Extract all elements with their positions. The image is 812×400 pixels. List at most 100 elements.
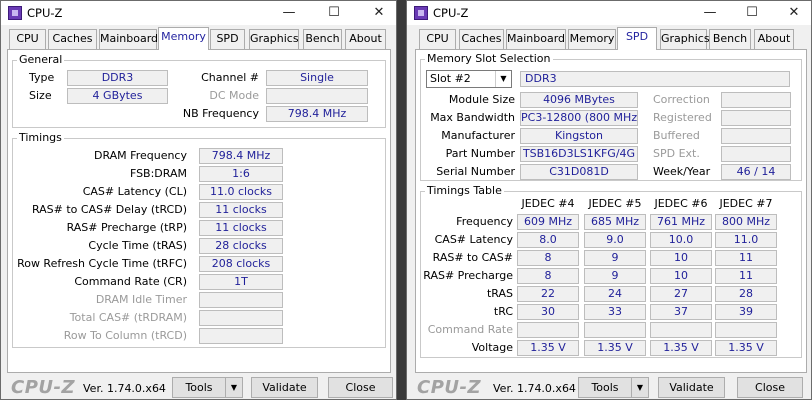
validate-button[interactable]: Validate xyxy=(658,377,725,398)
tools-button[interactable]: Tools xyxy=(578,377,632,398)
channel-value: Single xyxy=(266,70,368,86)
close-icon[interactable]: ✕ xyxy=(364,3,394,23)
timings-table-title: Timings Table xyxy=(425,184,504,197)
close-icon[interactable]: ✕ xyxy=(779,3,809,23)
buffered-value xyxy=(721,128,791,144)
timings-group: Timings DRAM Frequency 798.4 MHz FSB:DRA… xyxy=(12,131,386,348)
close-button[interactable]: Close xyxy=(328,377,393,398)
slot-info-label: Serial Number xyxy=(436,165,515,178)
timing-value: 11 clocks xyxy=(199,202,283,218)
table-cell: 761 MHz xyxy=(650,214,712,230)
table-cell: 10 xyxy=(650,250,712,266)
tab-about[interactable]: About xyxy=(345,29,386,49)
table-cell: 22 xyxy=(517,286,579,302)
close-button[interactable]: Close xyxy=(737,377,803,398)
cpuz-window-spd: CPU-Z — ☐ ✕ CPU Caches Mainboard Memory … xyxy=(406,0,812,400)
tab-memory[interactable]: Memory xyxy=(158,27,209,50)
tools-dropdown-icon[interactable]: ▼ xyxy=(631,377,649,398)
timing-value: 1T xyxy=(199,274,283,290)
maximize-icon[interactable]: ☐ xyxy=(319,3,349,23)
table-cell: 685 MHz xyxy=(584,214,646,230)
tab-cpu[interactable]: CPU xyxy=(9,29,46,49)
title-bar: CPU-Z — ☐ ✕ xyxy=(1,1,396,25)
correction-value xyxy=(721,92,791,108)
window-title: CPU-Z xyxy=(27,6,63,20)
cpuz-app-icon xyxy=(8,6,22,20)
timing-label: RAS# to CAS# Delay (tRCD) xyxy=(31,203,187,216)
spd-ext-value xyxy=(721,146,791,162)
timing-label: Row To Column (tRCD) xyxy=(63,329,187,342)
table-cell: 11 xyxy=(715,250,777,266)
slot-group-title: Memory Slot Selection xyxy=(425,52,553,65)
slot-info-value: 4096 MBytes xyxy=(520,92,638,108)
week-year-label: Week/Year xyxy=(653,165,711,178)
correction-label: Correction xyxy=(653,93,710,106)
general-group: General Type DDR3 Size 4 GBytes Channel … xyxy=(12,53,386,128)
table-cell: 609 MHz xyxy=(517,214,579,230)
cpuz-logo: CPU-Z xyxy=(11,377,76,398)
table-row-label: Frequency xyxy=(456,215,513,228)
tab-graphics[interactable]: Graphics xyxy=(249,29,299,49)
table-row-label: Voltage xyxy=(471,341,513,354)
table-cell xyxy=(650,322,712,338)
title-bar: CPU-Z — ☐ ✕ xyxy=(407,1,811,25)
cpuz-app-icon xyxy=(414,6,428,20)
tab-mainboard[interactable]: Mainboard xyxy=(506,29,566,49)
timing-label: Total CAS# (tRDRAM) xyxy=(69,311,187,324)
table-cell: 800 MHz xyxy=(715,214,777,230)
size-value: 4 GBytes xyxy=(67,88,168,104)
table-cell: 1.35 V xyxy=(715,340,777,356)
table-cell: 8 xyxy=(517,250,579,266)
table-row-label: RAS# to CAS# xyxy=(432,251,513,264)
tab-caches[interactable]: Caches xyxy=(459,29,504,49)
slot-group: Memory Slot Selection Slot #2 ▼ DDR3 Mod… xyxy=(420,52,802,181)
general-group-title: General xyxy=(17,53,65,66)
dc-mode-value xyxy=(266,88,368,104)
minimize-icon[interactable]: — xyxy=(695,3,725,23)
maximize-icon[interactable]: ☐ xyxy=(737,3,767,23)
table-cell xyxy=(584,322,646,338)
table-cell xyxy=(517,322,579,338)
table-cell: 10.0 xyxy=(650,232,712,248)
tab-bench[interactable]: Bench xyxy=(303,29,342,49)
tab-mainboard[interactable]: Mainboard xyxy=(99,29,158,49)
timing-value: 208 clocks xyxy=(199,256,283,272)
tab-graphics[interactable]: Graphics xyxy=(660,29,710,49)
timing-value: 11.0 clocks xyxy=(199,184,283,200)
tools-button[interactable]: Tools xyxy=(172,377,226,398)
tools-dropdown-icon[interactable]: ▼ xyxy=(225,377,243,398)
minimize-icon[interactable]: — xyxy=(274,3,304,23)
tab-spd[interactable]: SPD xyxy=(210,29,245,49)
validate-button[interactable]: Validate xyxy=(251,377,318,398)
table-cell xyxy=(715,322,777,338)
table-row-label: RAS# Precharge xyxy=(423,269,513,282)
table-cell: 10 xyxy=(650,268,712,284)
tab-cpu[interactable]: CPU xyxy=(419,29,456,49)
timings-table-group: Timings Table JEDEC #4 JEDEC #5 JEDEC #6… xyxy=(420,184,802,358)
dc-mode-label: DC Mode xyxy=(209,89,259,102)
timing-label: CAS# Latency (CL) xyxy=(82,185,187,198)
timing-value: 798.4 MHz xyxy=(199,148,283,164)
slot-select[interactable]: Slot #2 ▼ xyxy=(426,70,512,88)
timing-value: 11 clocks xyxy=(199,220,283,236)
table-cell: 8 xyxy=(517,268,579,284)
slot-info-value: PC3-12800 (800 MHz) xyxy=(520,110,638,126)
slot-info-value: Kingston xyxy=(520,128,638,144)
tab-about[interactable]: About xyxy=(754,29,794,49)
table-header: JEDEC #7 xyxy=(719,197,773,210)
timing-label: DRAM Frequency xyxy=(93,149,187,162)
tab-caches[interactable]: Caches xyxy=(48,29,97,49)
spd-panel: Memory Slot Selection Slot #2 ▼ DDR3 Mod… xyxy=(415,49,807,373)
timing-value xyxy=(199,310,283,326)
table-row-label: tRC xyxy=(493,305,513,318)
timing-label: Row Refresh Cycle Time (tRFC) xyxy=(17,257,187,270)
table-header: JEDEC #5 xyxy=(588,197,642,210)
timing-label: DRAM Idle Timer xyxy=(95,293,187,306)
timing-value xyxy=(199,328,283,344)
registered-label: Registered xyxy=(653,111,712,124)
tab-memory[interactable]: Memory xyxy=(568,29,616,49)
slot-info-value: C31D081D xyxy=(520,164,638,180)
size-label: Size xyxy=(29,89,52,102)
tab-spd[interactable]: SPD xyxy=(617,27,657,50)
tab-bench[interactable]: Bench xyxy=(709,29,751,49)
